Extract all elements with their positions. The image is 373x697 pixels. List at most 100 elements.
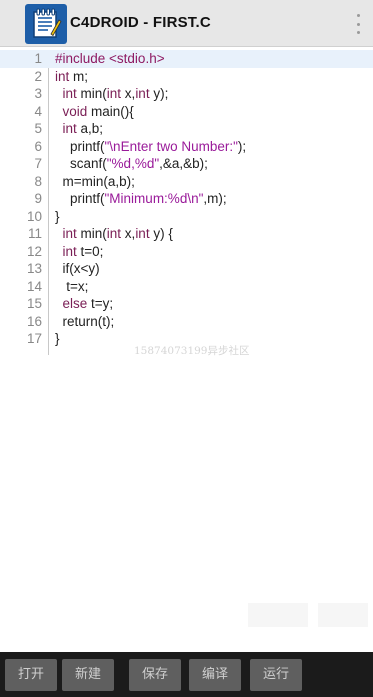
code-line[interactable]: 10} (0, 208, 373, 226)
code-token: y); (149, 86, 169, 101)
code-token: t=x; (55, 278, 89, 294)
line-number: 15 (26, 296, 42, 311)
code-line[interactable]: 1 #include <stdio.h> (0, 50, 373, 68)
code-line[interactable]: 12 int t=0; (0, 243, 373, 261)
line-number: 12 (26, 243, 42, 259)
more-vert-icon[interactable] (355, 14, 361, 34)
code-token: min( (76, 226, 107, 241)
code-text: else t=y; (55, 295, 114, 313)
line-number: 9 (34, 191, 42, 206)
line-number: 4 (34, 103, 42, 119)
code-token: int (62, 226, 77, 241)
code-text: int t=0; (55, 243, 104, 261)
code-line[interactable]: 5 int a,b; (0, 120, 373, 138)
code-text: } (55, 208, 60, 226)
code-token: t=0; (76, 243, 104, 259)
line-number: 8 (34, 173, 42, 189)
save-button[interactable]: 保存 (129, 659, 181, 691)
code-token: "%d,%d" (106, 156, 160, 171)
faint-overlay (318, 603, 368, 627)
code-text: int a,b; (55, 120, 104, 138)
code-line[interactable]: 15 else t=y; (0, 295, 373, 313)
code-line[interactable]: 11 int min(int x,int y) { (0, 225, 373, 243)
code-line[interactable]: 6 printf("\nEnter two Number:"); (0, 138, 373, 156)
open-button[interactable]: 打开 (5, 659, 57, 691)
code-editor[interactable]: 1 #include <stdio.h> 2 int m; 3 int min(int … (0, 50, 373, 348)
line-number: 5 (34, 121, 42, 136)
code-token: x, (121, 226, 136, 241)
code-token: void (62, 103, 88, 119)
code-text: scanf("%d,%d",&a,&b); (55, 155, 208, 173)
code-text: printf("Minimum:%d\n",m); (55, 190, 227, 208)
code-line[interactable]: 7 scanf("%d,%d",&a,&b); (0, 155, 373, 173)
code-token: int (62, 243, 77, 259)
notepad-icon[interactable] (25, 4, 67, 44)
new-button[interactable]: 新建 (62, 659, 114, 691)
line-number: 3 (34, 86, 42, 101)
app-bar: C4DROID - FIRST.C (0, 0, 373, 47)
line-number: 10 (26, 208, 42, 224)
line-number: 7 (34, 156, 42, 171)
code-token: if(x<y) (55, 261, 100, 276)
code-token: int (106, 86, 122, 101)
faint-overlay (248, 603, 308, 627)
code-token: int (62, 121, 77, 136)
line-number: 16 (26, 313, 42, 329)
code-token: a,b; (76, 121, 104, 136)
bottom-toolbar: 打开 新建 保存 编译 运行 (0, 652, 373, 697)
code-token: } (55, 331, 60, 346)
line-number: 11 (27, 226, 42, 241)
code-line[interactable]: 4 void main(){ (0, 103, 373, 121)
code-token: int (106, 226, 122, 241)
code-text: } (55, 330, 60, 348)
code-text: #include <stdio.h> (55, 50, 165, 68)
code-token: ); (237, 138, 247, 154)
code-token: x, (121, 86, 136, 101)
code-text: m=min(a,b); (55, 173, 135, 191)
line-number: 14 (26, 278, 42, 294)
line-number: 2 (34, 68, 42, 84)
code-token: else (62, 296, 88, 311)
code-token: int (62, 86, 77, 101)
code-token: scanf( (55, 156, 107, 171)
code-token: t=y; (87, 296, 114, 311)
code-line[interactable]: 3 int min(int x,int y); (0, 85, 373, 103)
code-token: "Minimum:%d\n" (104, 191, 204, 206)
code-line[interactable]: 2 int m; (0, 68, 373, 86)
code-text: if(x<y) (55, 260, 100, 278)
code-line[interactable]: 9 printf("Minimum:%d\n",m); (0, 190, 373, 208)
code-token: printf( (55, 191, 105, 206)
run-button[interactable]: 运行 (250, 659, 302, 691)
code-token: m=min(a,b); (55, 173, 135, 189)
code-token: } (55, 208, 60, 224)
code-token: y) { (149, 226, 173, 241)
code-text: int m; (55, 68, 88, 86)
compile-button[interactable]: 编译 (189, 659, 241, 691)
code-text: int min(int x,int y); (55, 85, 169, 103)
code-line[interactable]: 13 if(x<y) (0, 260, 373, 278)
code-line[interactable]: 16 return(t); (0, 313, 373, 331)
code-line[interactable]: 8 m=min(a,b); (0, 173, 373, 191)
code-token: ,m); (203, 191, 227, 206)
code-token: ,&a,&b); (159, 156, 208, 171)
app-title: C4DROID - FIRST.C (70, 14, 211, 31)
code-token: printf( (55, 138, 105, 154)
code-text: return(t); (55, 313, 115, 331)
code-token: int (135, 86, 150, 101)
code-text: int min(int x,int y) { (55, 225, 173, 243)
line-number: 17 (26, 331, 42, 346)
code-token: "\nEnter two Number:" (104, 138, 238, 154)
line-number: 6 (34, 138, 42, 154)
code-token: min( (76, 86, 107, 101)
code-token: #include <stdio.h> (55, 51, 165, 66)
line-number: 13 (26, 261, 42, 276)
code-token: return(t); (55, 313, 115, 329)
code-line[interactable]: 14 t=x; (0, 278, 373, 296)
code-text: t=x; (55, 278, 88, 296)
